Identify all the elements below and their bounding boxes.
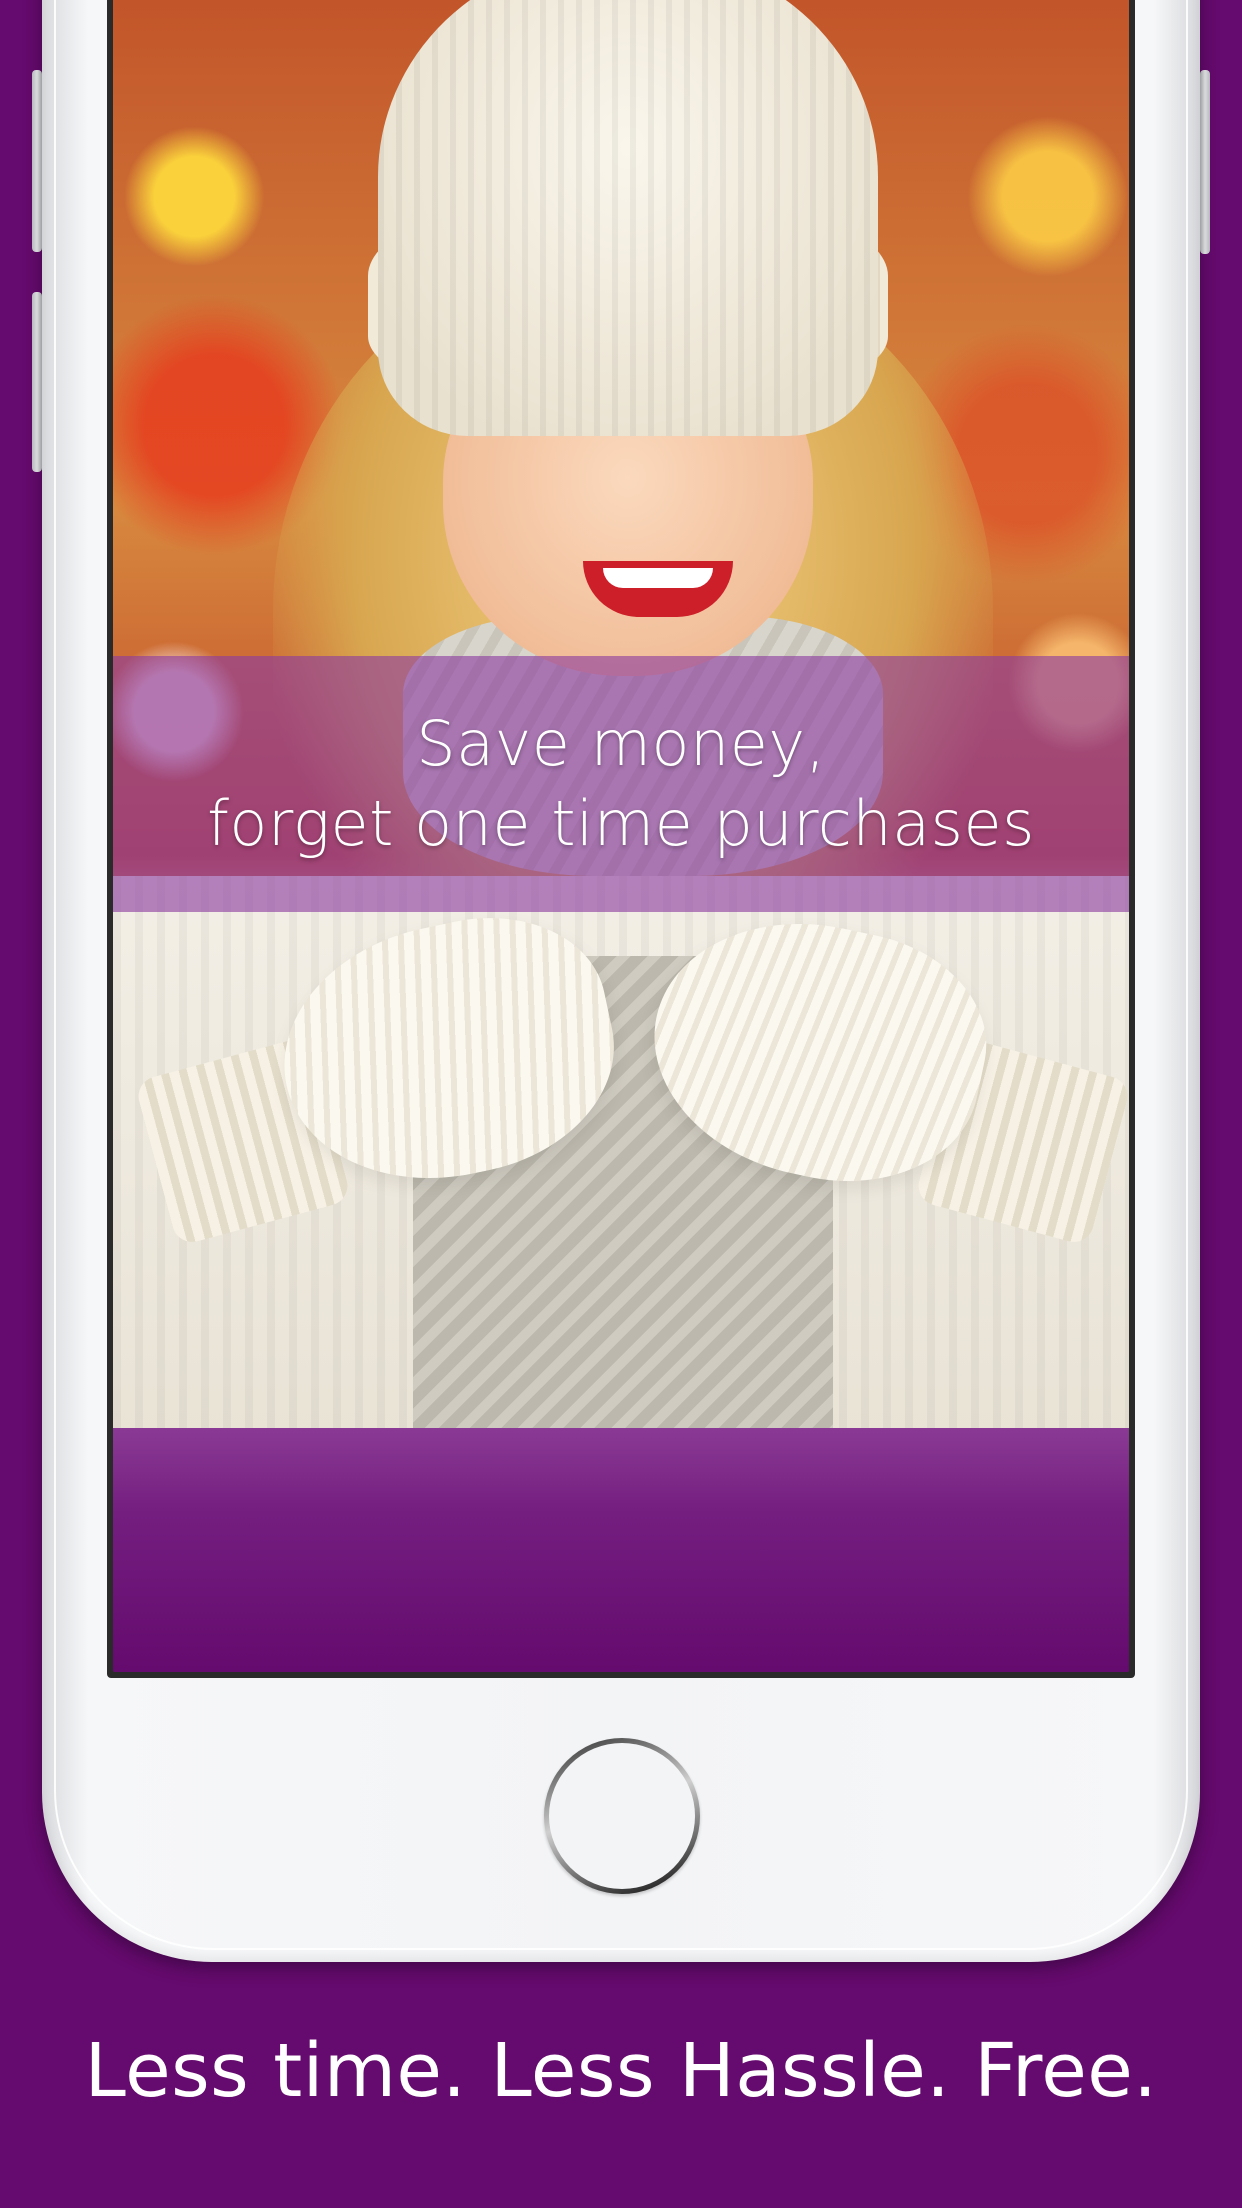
tagline: Less time. Less Hassle. Free.	[84, 2028, 1158, 2114]
home-button-icon[interactable]	[544, 1738, 700, 1894]
volume-up-button	[32, 70, 42, 252]
banner-line-2: forget one time purchases	[207, 787, 1035, 860]
photo-teeth	[603, 568, 713, 588]
photo-hat	[378, 0, 878, 436]
screen-content: Save money, forget one time purchases	[113, 0, 1129, 1672]
phone-screen: Save money, forget one time purchases	[107, 0, 1135, 1678]
power-button	[1200, 70, 1210, 254]
app-store-screenshot: Save money, forget one time purchases Le…	[0, 0, 1242, 2208]
volume-down-button	[32, 292, 42, 472]
banner-line-1: Save money,	[416, 707, 826, 780]
screen-footer	[113, 1428, 1129, 1672]
caption-banner: Save money, forget one time purchases	[113, 656, 1129, 912]
